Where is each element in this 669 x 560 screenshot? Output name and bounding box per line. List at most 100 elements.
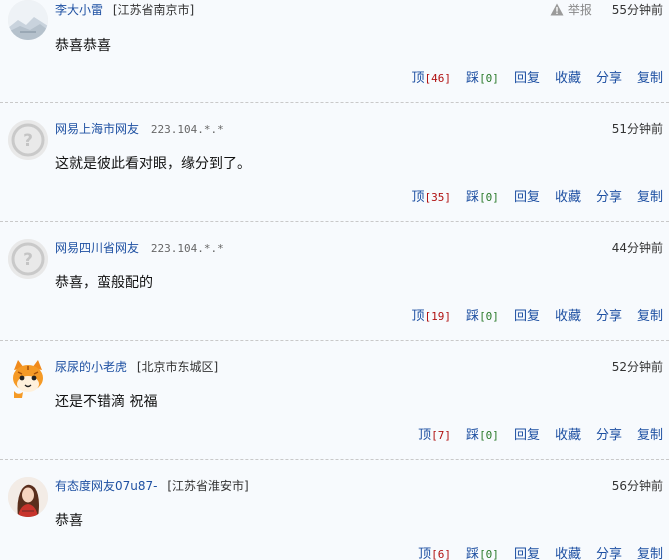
favorite-button[interactable]: 收藏 xyxy=(555,547,581,560)
share-button[interactable]: 分享 xyxy=(596,428,622,443)
comment-time: 51分钟前 xyxy=(611,122,663,136)
downvote-count: [0] xyxy=(479,72,499,85)
upvote-label: 顶 xyxy=(418,547,432,560)
comment-content: 还是不错滴 祝福 xyxy=(55,394,158,410)
user-avatar[interactable] xyxy=(8,477,48,517)
comment-actions: 顶[7] 踩[0] 回复 收藏 分享 复制 xyxy=(403,424,663,443)
upvote-button[interactable]: 顶[19] xyxy=(412,309,452,324)
downvote-label: 踩 xyxy=(466,309,480,324)
copy-button[interactable]: 复制 xyxy=(637,547,663,560)
comment-time: 44分钟前 xyxy=(611,241,663,255)
upvote-count: [7] xyxy=(431,429,452,442)
comment-content: 恭喜恭喜 xyxy=(55,38,111,54)
username-link[interactable]: 尿尿的小老虎 xyxy=(55,360,127,374)
user-ip: 223.104.*.* xyxy=(150,123,224,136)
comment-meta: 网易四川省网友 223.104.*.* 44分钟前 xyxy=(55,239,663,257)
upvote-count: [35] xyxy=(424,191,452,204)
comment-item: 尿尿的小老虎 [北京市东城区] 52分钟前 还是不错滴 祝福 顶[7] 踩[0] 回… xyxy=(0,341,669,460)
upvote-count: [6] xyxy=(431,548,452,560)
share-button[interactable]: 分享 xyxy=(596,547,622,560)
downvote-button[interactable]: 踩[0] xyxy=(466,190,499,205)
comment-item: 李大小雷 [江苏省南京市] 举报 55分钟前 恭喜恭喜 顶[46] 踩[0] 回复收… xyxy=(0,0,669,103)
share-button[interactable]: 分享 xyxy=(596,71,622,86)
downvote-count: [0] xyxy=(479,191,499,204)
copy-button[interactable]: 复制 xyxy=(637,71,663,86)
comment-time: 52分钟前 xyxy=(611,360,663,374)
upvote-label: 顶 xyxy=(411,71,425,86)
comment-item: 有态度网友07u87- [江苏省淮安市] 56分钟前 恭喜 顶[6] 踩[0] 回复… xyxy=(0,460,669,560)
default-user-icon: ? xyxy=(8,239,48,279)
comment-meta-right: 举报 55分钟前 xyxy=(550,1,663,19)
woman-photo-icon xyxy=(8,477,48,517)
user-ip: 223.104.*.* xyxy=(150,242,224,255)
comment-meta-right: 51分钟前 xyxy=(612,120,663,138)
upvote-label: 顶 xyxy=(411,190,425,205)
upvote-count: [46] xyxy=(424,72,452,85)
downvote-count: [0] xyxy=(479,310,499,323)
report-button[interactable]: 举报 xyxy=(550,3,596,17)
report-label: 举报 xyxy=(567,3,592,17)
comment-item: ? 网易四川省网友 223.104.*.* 44分钟前 恭喜，蛮般配的 顶[19… xyxy=(0,222,669,341)
reply-button[interactable]: 回复 xyxy=(514,547,540,560)
username-link[interactable]: 有态度网友07u87- xyxy=(55,479,157,493)
upvote-button[interactable]: 顶[35] xyxy=(412,190,452,205)
upvote-button[interactable]: 顶[6] xyxy=(418,547,451,560)
comment-meta: 网易上海市网友 223.104.*.* 51分钟前 xyxy=(55,120,663,138)
comment-content: 这就是彼此看对眼，缘分到了。 xyxy=(55,156,251,172)
favorite-button[interactable]: 收藏 xyxy=(555,190,581,205)
share-button[interactable]: 分享 xyxy=(596,190,622,205)
favorite-button[interactable]: 收藏 xyxy=(555,428,581,443)
downvote-button[interactable]: 踩[0] xyxy=(466,547,499,560)
comment-item: ? 网易上海市网友 223.104.*.* 51分钟前 这就是彼此看对眼，缘分到… xyxy=(0,103,669,222)
user-avatar[interactable]: ? xyxy=(8,120,48,160)
comment-meta: 李大小雷 [江苏省南京市] 举报 55分钟前 xyxy=(55,1,663,19)
downvote-label: 踩 xyxy=(466,547,480,560)
share-button[interactable]: 分享 xyxy=(596,309,622,324)
upvote-label: 顶 xyxy=(418,428,432,443)
comment-list: 李大小雷 [江苏省南京市] 举报 55分钟前 恭喜恭喜 顶[46] 踩[0] 回复收… xyxy=(0,0,669,560)
reply-button[interactable]: 回复 xyxy=(514,190,540,205)
comment-time: 56分钟前 xyxy=(611,479,663,493)
comment-meta-right: 44分钟前 xyxy=(612,239,663,257)
user-avatar[interactable]: ? xyxy=(8,239,48,279)
downvote-label: 踩 xyxy=(466,428,480,443)
downvote-label: 踩 xyxy=(466,71,480,86)
comment-actions: 顶[46] 踩[0] 回复 收藏 分享 复制 xyxy=(397,67,663,86)
user-location: [江苏省南京市] xyxy=(112,3,195,17)
favorite-button[interactable]: 收藏 xyxy=(555,309,581,324)
comment-actions: 顶[6] 踩[0] 回复 收藏 分享 复制 xyxy=(403,543,663,560)
user-avatar[interactable] xyxy=(8,0,48,40)
copy-button[interactable]: 复制 xyxy=(637,428,663,443)
comment-content: 恭喜，蛮般配的 xyxy=(55,275,153,291)
user-location: [北京市东城区] xyxy=(136,360,219,374)
comment-actions: 顶[35] 踩[0] 回复 收藏 分享 复制 xyxy=(397,186,663,205)
reply-button[interactable]: 回复 xyxy=(514,71,540,86)
username-link[interactable]: 李大小雷 xyxy=(55,3,103,17)
downvote-button[interactable]: 踩[0] xyxy=(466,309,499,324)
username-link[interactable]: 网易上海市网友 xyxy=(55,122,139,136)
downvote-button[interactable]: 踩[0] xyxy=(466,428,499,443)
comment-content: 恭喜 xyxy=(55,513,83,529)
comment-actions: 顶[19] 踩[0] 回复 收藏 分享 复制 xyxy=(397,305,663,324)
upvote-button[interactable]: 顶[7] xyxy=(418,428,451,443)
upvote-button[interactable]: 顶[46] xyxy=(412,71,452,86)
copy-button[interactable]: 复制 xyxy=(637,190,663,205)
user-location: [江苏省淮安市] xyxy=(167,479,249,493)
reply-button[interactable]: 回复 xyxy=(514,309,540,324)
username-link[interactable]: 网易四川省网友 xyxy=(55,241,139,255)
svg-text:?: ? xyxy=(23,250,33,270)
landscape-avatar-icon xyxy=(8,0,48,40)
user-avatar[interactable] xyxy=(8,358,48,398)
comment-meta-right: 56分钟前 xyxy=(612,477,663,495)
downvote-count: [0] xyxy=(479,548,499,560)
reply-button[interactable]: 回复 xyxy=(514,428,540,443)
upvote-label: 顶 xyxy=(411,309,425,324)
default-user-icon: ? xyxy=(8,120,48,160)
comment-meta: 有态度网友07u87- [江苏省淮安市] 56分钟前 xyxy=(55,477,663,495)
favorite-button[interactable]: 收藏 xyxy=(555,71,581,86)
downvote-count: [0] xyxy=(479,429,499,442)
comment-meta-right: 52分钟前 xyxy=(612,358,663,376)
svg-text:?: ? xyxy=(23,131,33,151)
downvote-button[interactable]: 踩[0] xyxy=(466,71,499,86)
copy-button[interactable]: 复制 xyxy=(637,309,663,324)
